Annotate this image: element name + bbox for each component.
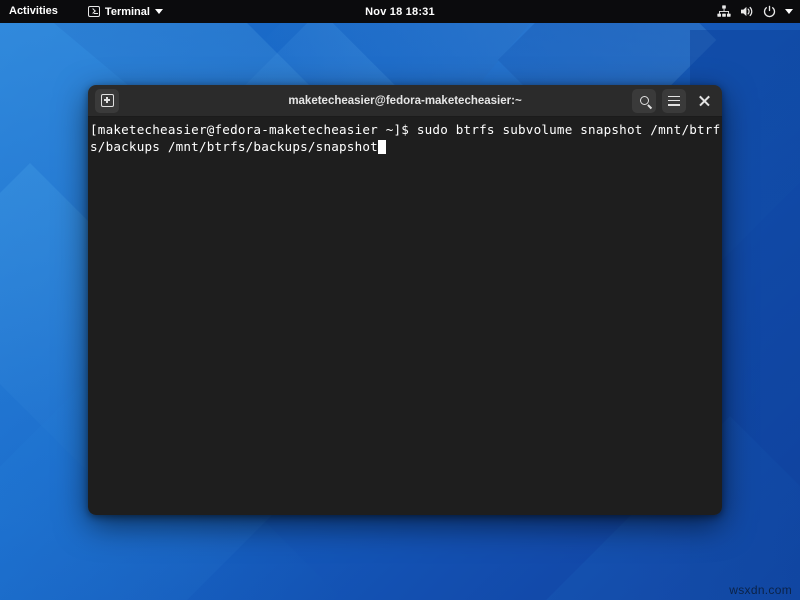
search-button[interactable] <box>632 89 656 113</box>
titlebar-actions <box>632 89 716 113</box>
clock-label[interactable]: Nov 18 18:31 <box>365 6 435 18</box>
terminal-window[interactable]: maketecheasier@fedora-maketecheasier:~ [… <box>88 85 722 515</box>
menu-button[interactable] <box>662 89 686 113</box>
wired-network-icon <box>717 5 731 18</box>
watermark: wsxdn.com <box>729 583 792 597</box>
activities-button[interactable]: Activities <box>0 0 68 23</box>
window-title: maketecheasier@fedora-maketecheasier:~ <box>88 95 722 107</box>
volume-speaker-icon <box>740 5 754 18</box>
chevron-down-icon[interactable] <box>785 9 793 14</box>
desktop: Activities Terminal Nov 18 18:31 <box>0 0 800 600</box>
system-tray[interactable] <box>717 0 793 23</box>
terminal-scrollbar[interactable] <box>711 117 722 515</box>
terminal-output: [maketecheasier@fedora-maketecheasier ~]… <box>88 117 722 155</box>
terminal-body[interactable]: [maketecheasier@fedora-maketecheasier ~]… <box>88 117 722 515</box>
terminal-command-line: [maketecheasier@fedora-maketecheasier ~]… <box>90 122 720 154</box>
search-icon <box>640 96 649 105</box>
terminal-icon <box>88 6 100 17</box>
close-icon <box>698 95 710 107</box>
app-menu-label: Terminal <box>105 6 150 18</box>
chevron-down-icon <box>155 9 163 14</box>
block-cursor <box>378 140 386 154</box>
new-tab-icon <box>101 94 114 107</box>
app-menu-terminal[interactable]: Terminal <box>80 0 171 23</box>
close-button[interactable] <box>692 89 716 113</box>
terminal-titlebar[interactable]: maketecheasier@fedora-maketecheasier:~ <box>88 85 722 117</box>
hamburger-menu-icon <box>668 96 680 106</box>
new-tab-button[interactable] <box>95 89 119 113</box>
power-icon <box>763 5 776 18</box>
gnome-top-bar: Activities Terminal Nov 18 18:31 <box>0 0 800 23</box>
